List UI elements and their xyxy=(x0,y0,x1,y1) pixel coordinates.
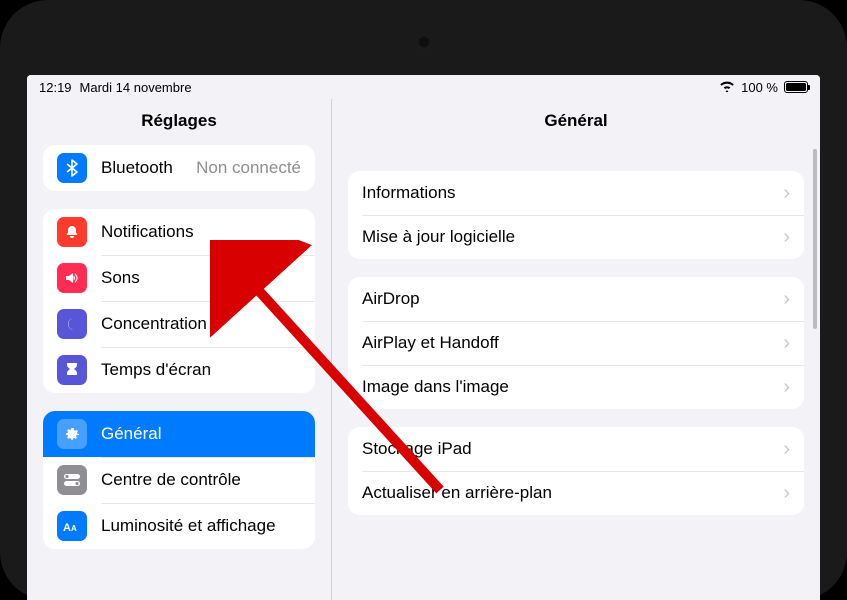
status-time: 12:19 xyxy=(39,80,72,95)
hourglass-icon xyxy=(57,355,87,385)
status-date: Mardi 14 novembre xyxy=(80,80,192,95)
sidebar-item-general[interactable]: Général xyxy=(43,411,315,457)
detail-pane: Général Informations › Mise à jour logic… xyxy=(332,99,820,600)
sidebar-item-bluetooth[interactable]: Bluetooth Non connecté xyxy=(43,145,315,191)
chevron-right-icon: › xyxy=(783,482,790,505)
bluetooth-icon xyxy=(57,153,87,183)
moon-icon xyxy=(57,309,87,339)
screen: 12:19 Mardi 14 novembre 100 % Réglages xyxy=(27,75,820,600)
detail-item-label: Stockage iPad xyxy=(362,439,769,459)
detail-item-label: Informations xyxy=(362,183,769,203)
wifi-icon xyxy=(719,80,735,95)
sidebar-item-label: Sons xyxy=(101,268,301,288)
detail-group-about: Informations › Mise à jour logicielle › xyxy=(348,171,804,259)
sidebar-item-label: Notifications xyxy=(101,222,301,242)
detail-item-software-update[interactable]: Mise à jour logicielle › xyxy=(348,215,804,259)
sidebar-item-display[interactable]: AA Luminosité et affichage xyxy=(43,503,315,549)
sidebar-item-label: Bluetooth xyxy=(101,158,182,178)
gear-icon xyxy=(57,419,87,449)
settings-sidebar: Réglages Bluetooth Non connecté xyxy=(27,99,332,600)
svg-text:A: A xyxy=(71,524,77,533)
sidebar-item-label: Luminosité et affichage xyxy=(101,516,301,536)
camera-dot xyxy=(417,35,431,49)
sidebar-item-label: Centre de contrôle xyxy=(101,470,301,490)
chevron-right-icon: › xyxy=(783,288,790,311)
detail-title: Général xyxy=(332,99,820,141)
text-size-icon: AA xyxy=(57,511,87,541)
sidebar-item-sounds[interactable]: Sons xyxy=(43,255,315,301)
scrollbar[interactable] xyxy=(813,149,817,590)
sidebar-item-screentime[interactable]: Temps d'écran xyxy=(43,347,315,393)
sidebar-item-label: Général xyxy=(101,424,301,444)
bell-icon xyxy=(57,217,87,247)
chevron-right-icon: › xyxy=(783,438,790,461)
detail-group-continuity: AirDrop › AirPlay et Handoff › Image dan… xyxy=(348,277,804,409)
detail-item-informations[interactable]: Informations › xyxy=(348,171,804,215)
chevron-right-icon: › xyxy=(783,226,790,249)
toggles-icon xyxy=(57,465,87,495)
sidebar-group-notifications: Notifications Sons Concent xyxy=(43,209,315,393)
sidebar-item-focus[interactable]: Concentration xyxy=(43,301,315,347)
detail-item-pip[interactable]: Image dans l'image › xyxy=(348,365,804,409)
sidebar-item-controlcenter[interactable]: Centre de contrôle xyxy=(43,457,315,503)
detail-item-label: AirPlay et Handoff xyxy=(362,333,769,353)
detail-item-label: AirDrop xyxy=(362,289,769,309)
status-bar: 12:19 Mardi 14 novembre 100 % xyxy=(27,75,820,99)
sidebar-item-label: Temps d'écran xyxy=(101,360,301,380)
chevron-right-icon: › xyxy=(783,332,790,355)
detail-item-airdrop[interactable]: AirDrop › xyxy=(348,277,804,321)
sidebar-item-label: Concentration xyxy=(101,314,301,334)
detail-item-label: Image dans l'image xyxy=(362,377,769,397)
sidebar-title: Réglages xyxy=(27,99,331,141)
detail-item-background-refresh[interactable]: Actualiser en arrière-plan › xyxy=(348,471,804,515)
battery-percent: 100 % xyxy=(741,80,778,95)
sidebar-group-connectivity: Bluetooth Non connecté xyxy=(43,145,315,191)
sidebar-item-status: Non connecté xyxy=(196,158,301,178)
detail-item-label: Actualiser en arrière-plan xyxy=(362,483,769,503)
chevron-right-icon: › xyxy=(783,376,790,399)
chevron-right-icon: › xyxy=(783,182,790,205)
scrollbar-thumb[interactable] xyxy=(813,149,817,329)
detail-group-storage: Stockage iPad › Actualiser en arrière-pl… xyxy=(348,427,804,515)
svg-text:A: A xyxy=(63,522,71,533)
sidebar-item-notifications[interactable]: Notifications xyxy=(43,209,315,255)
speaker-icon xyxy=(57,263,87,293)
detail-item-label: Mise à jour logicielle xyxy=(362,227,769,247)
ipad-frame: 12:19 Mardi 14 novembre 100 % Réglages xyxy=(0,0,847,600)
detail-item-airplay[interactable]: AirPlay et Handoff › xyxy=(348,321,804,365)
sidebar-group-general: Général Centre de contrôle AA xyxy=(43,411,315,549)
battery-icon xyxy=(784,81,808,93)
detail-item-storage[interactable]: Stockage iPad › xyxy=(348,427,804,471)
